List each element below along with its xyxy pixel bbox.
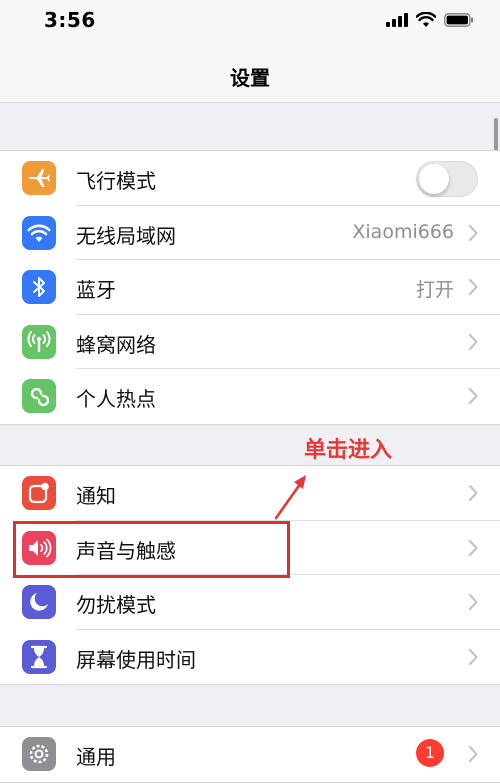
- settings-row-label: 个人热点: [76, 387, 156, 411]
- gear-icon: [22, 737, 56, 771]
- wifi-icon: [22, 215, 56, 250]
- airplane-mode-toggle[interactable]: [416, 161, 478, 197]
- settings-row-label: 飞行模式: [76, 169, 156, 193]
- hotspot-icon: [22, 379, 56, 413]
- bluetooth-icon: [22, 270, 56, 304]
- settings-row-label: 屏幕使用时间: [76, 647, 196, 672]
- wifi-network-value: Xiaomi666: [352, 220, 454, 243]
- status-icons: [386, 12, 474, 27]
- notifications-icon: [22, 476, 56, 510]
- status-bar: 3:56: [0, 0, 500, 44]
- settings-row-screen-time[interactable]: 屏幕使用时间: [0, 630, 500, 685]
- highlight-box: [13, 521, 290, 578]
- page-title: 设置: [230, 66, 270, 90]
- settings-row-general[interactable]: 通用 1: [0, 727, 500, 782]
- chevron-right-icon: [468, 746, 478, 762]
- settings-row-bluetooth[interactable]: 蓝牙 打开: [0, 260, 500, 315]
- update-badge: 1: [416, 739, 444, 767]
- signal-icon: [386, 12, 408, 27]
- settings-row-label: 勿扰模式: [76, 593, 156, 617]
- settings-row-label: 通用: [76, 745, 116, 769]
- status-time: 3:56: [44, 8, 96, 32]
- chevron-right-icon: [468, 539, 478, 556]
- chevron-right-icon: [468, 594, 478, 610]
- navigation-bar: 设置: [0, 44, 500, 103]
- moon-icon: [22, 585, 56, 619]
- settings-row-label: 无线局域网: [76, 223, 176, 248]
- hourglass-icon: [22, 639, 56, 674]
- settings-row-label: 通知: [76, 484, 116, 508]
- annotation-text: 单击进入: [304, 438, 393, 463]
- settings-row-wifi[interactable]: 无线局域网 Xiaomi666: [0, 206, 500, 260]
- battery-icon: [444, 12, 473, 27]
- chevron-right-icon: [468, 224, 478, 241]
- cellular-icon: [22, 324, 56, 359]
- chevron-right-icon: [468, 485, 478, 501]
- settings-row-cellular[interactable]: 蜂窝网络: [0, 315, 500, 369]
- settings-row-do-not-disturb[interactable]: 勿扰模式: [0, 575, 500, 630]
- settings-group-general: 通用 1: [0, 726, 500, 783]
- annotation-arrow-icon: [274, 475, 306, 520]
- chevron-right-icon: [468, 333, 478, 350]
- settings-row-hotspot[interactable]: 个人热点: [0, 369, 500, 424]
- chevron-right-icon: [468, 279, 478, 295]
- wifi-status-icon: [416, 12, 436, 27]
- settings-group-connectivity: 飞行模式 无线局域网 Xiaomi666 蓝牙 打开 蜂窝网络 个人热点: [0, 150, 500, 425]
- toggle-knob: [419, 164, 449, 194]
- chevron-right-icon: [468, 388, 478, 404]
- airplane-icon: [22, 161, 56, 195]
- settings-row-label: 蓝牙: [76, 278, 116, 302]
- settings-row-label: 蜂窝网络: [76, 332, 156, 357]
- settings-row-notifications[interactable]: 通知: [0, 466, 500, 521]
- chevron-right-icon: [468, 648, 478, 665]
- settings-row-airplane-mode[interactable]: 飞行模式: [0, 151, 500, 206]
- bluetooth-status-value: 打开: [415, 279, 454, 301]
